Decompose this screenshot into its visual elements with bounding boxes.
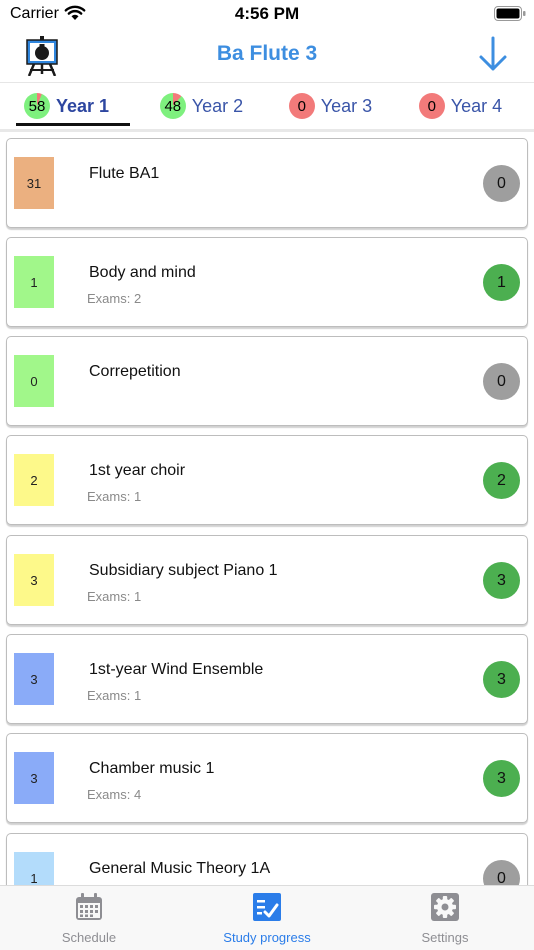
completed-count-badge: 3 [483,760,520,797]
page-title: Ba Flute 3 [216,42,318,65]
tab-label: Settings [421,930,469,945]
arrow-down-icon[interactable] [478,36,508,72]
course-card[interactable]: 0 Correpetition 0 [6,336,528,426]
tab-study-progress[interactable]: Study progress [178,886,356,950]
year-count-badge: 0 [288,93,315,119]
course-name: 1st-year Wind Ensemble [89,661,264,678]
exams-count: Exams: 1 [87,589,142,604]
tab-schedule[interactable]: Schedule [0,886,178,950]
completed-count-badge: 0 [483,363,520,400]
tab-label: Schedule [61,930,117,945]
completed-count-badge: 0 [483,165,520,202]
tab-label: Year 3 [320,95,373,116]
course-card[interactable]: 1 General Music Theory 1A 0 [6,833,528,885]
year-count-text: 48 [164,97,182,115]
gear-icon [431,893,459,921]
course-card[interactable]: 3 Chamber music 1 Exams: 4 3 [6,733,528,823]
year-count-badge: 58 [23,93,50,119]
course-name: General Music Theory 1A [89,860,271,877]
year-count-badge: 48 [159,93,186,119]
exams-count: Exams: 1 [87,688,142,703]
completed-count-badge: 3 [483,562,520,599]
course-name: Body and mind [89,264,196,281]
active-tab-indicator [16,123,130,126]
tab-settings[interactable]: Settings [356,886,534,950]
completed-count-badge: 3 [483,661,520,698]
course-name: Subsidiary subject Piano 1 [89,562,278,579]
completed-count-badge: 0 [483,860,520,885]
credits-box: 3 [14,653,54,705]
exams-count: Exams: 4 [87,787,142,802]
credits-box: 1 [14,852,54,885]
course-card[interactable]: 3 Subsidiary subject Piano 1 Exams: 1 3 [6,535,528,625]
completed-count-badge: 1 [483,264,520,301]
battery-icon [494,6,526,21]
credits-box: 0 [14,355,54,407]
year-count-badge: 0 [418,93,445,119]
course-name: Flute BA1 [89,165,160,182]
calendar-icon [76,893,102,920]
checklist-icon [253,893,281,921]
tab-label: Year 4 [450,95,503,116]
course-card[interactable]: 1 Body and mind Exams: 2 1 [6,237,528,327]
tab-label: Year 2 [191,95,244,116]
credits-box: 3 [14,752,54,804]
course-list[interactable]: 31 Flute BA1 0 1 Body and mind Exams: 2 … [0,138,534,885]
year-count-text: 0 [297,97,306,115]
tab-year-2[interactable]: 48 Year 2 [135,83,268,129]
bottom-tab-bar: Schedule Study progress Settings [0,885,534,950]
tab-year-3[interactable]: 0 Year 3 [264,83,397,129]
course-card[interactable]: 2 1st year choir Exams: 1 2 [6,435,528,525]
course-name: Correpetition [89,363,181,380]
credits-box: 2 [14,454,54,506]
year-count-text: 0 [427,97,436,115]
credits-box: 3 [14,554,54,606]
app-screen: Carrier 4:56 PM Ba Flute 3 58 Year 1 48 … [0,0,534,950]
course-name: Chamber music 1 [89,760,215,777]
status-bar: Carrier 4:56 PM [0,0,534,30]
credits-box: 1 [14,256,54,308]
tab-year-4[interactable]: 0 Year 4 [394,83,527,129]
exams-count: Exams: 1 [87,489,142,504]
tab-label: Study progress [223,930,311,945]
year-tab-bar: 58 Year 1 48 Year 2 0 Year 3 0 Year 4 [0,82,534,132]
course-card[interactable]: 31 Flute BA1 0 [6,138,528,228]
course-card[interactable]: 3 1st-year Wind Ensemble Exams: 1 3 [6,634,528,724]
credits-box: 31 [14,157,54,209]
exams-count: Exams: 2 [87,291,142,306]
course-name: 1st year choir [89,462,186,479]
status-time: 4:56 PM [234,4,300,23]
nav-bar: Ba Flute 3 [0,30,534,82]
completed-count-badge: 2 [483,462,520,499]
tab-label: Year 1 [55,95,110,116]
year-count-text: 58 [28,97,46,115]
